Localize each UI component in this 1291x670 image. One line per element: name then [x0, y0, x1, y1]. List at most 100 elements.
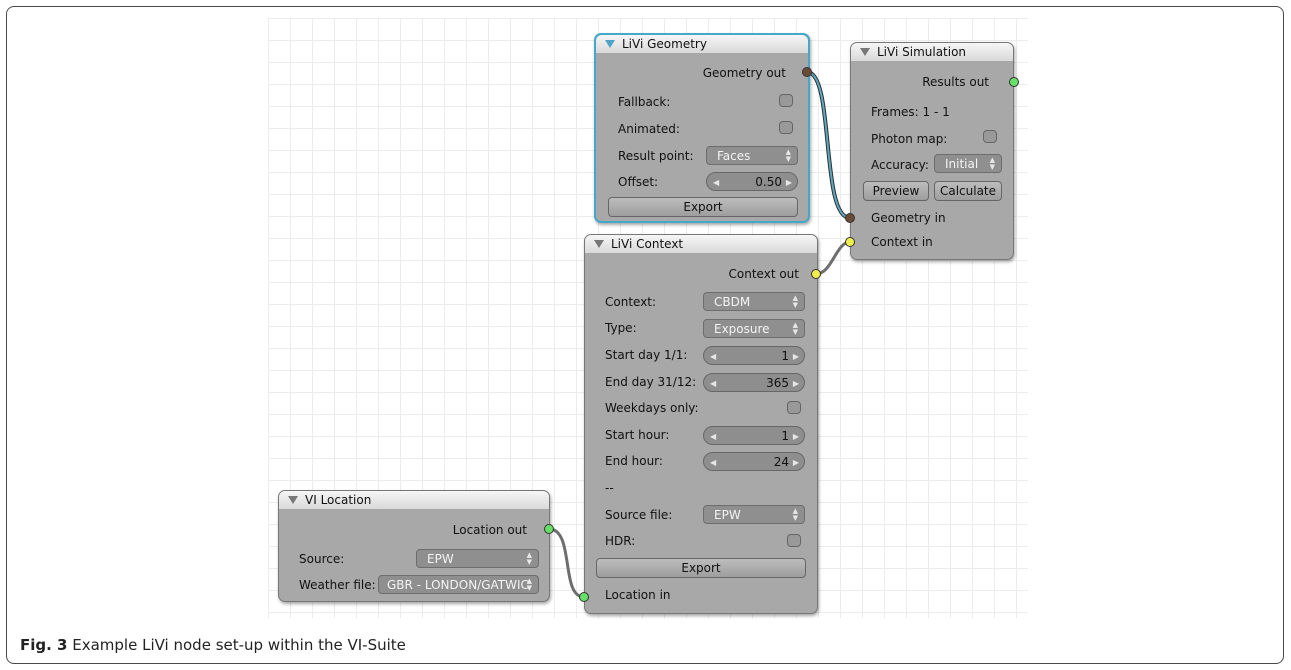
separator-text: --	[605, 481, 614, 495]
geometry-out-label: Geometry out	[702, 66, 786, 80]
figure-number: Fig. 3	[20, 636, 68, 654]
location-in-label: Location in	[605, 588, 671, 602]
start-day-field[interactable]: ◀ 1 ▶	[703, 346, 805, 365]
wire-location	[548, 527, 585, 599]
geometry-in-label: Geometry in	[871, 211, 946, 225]
source-file-dropdown[interactable]: EPW ▲ ▼	[703, 505, 805, 524]
wire-geometry-highlight	[806, 71, 851, 219]
wire-context	[815, 240, 851, 276]
start-day-label: Start day 1/1:	[605, 348, 688, 362]
start-hour-value: 1	[781, 429, 789, 443]
location-in-socket[interactable]	[579, 592, 589, 602]
fallback-checkbox[interactable]	[779, 94, 793, 107]
decrement-arrow-icon[interactable]: ◀	[710, 453, 716, 472]
node-title: LiVi Geometry	[622, 37, 707, 51]
accuracy-value: Initial	[945, 157, 979, 171]
end-hour-field[interactable]: ◀ 24 ▶	[703, 452, 805, 471]
start-day-value: 1	[781, 349, 789, 363]
end-day-value: 365	[766, 376, 789, 390]
weather-file-value: GBR - LONDON/GATWIC	[387, 578, 529, 592]
accuracy-label: Accuracy:	[871, 158, 929, 172]
node-title: LiVi Simulation	[877, 45, 967, 59]
context-out-socket[interactable]	[811, 269, 821, 279]
weekdays-only-checkbox[interactable]	[787, 401, 801, 414]
increment-arrow-icon[interactable]: ▶	[786, 173, 792, 192]
result-point-label: Result point:	[618, 149, 694, 163]
source-file-value: EPW	[714, 508, 741, 522]
export-button[interactable]: Export	[608, 197, 798, 217]
export-button[interactable]: Export	[596, 558, 806, 578]
source-file-label: Source file:	[605, 508, 673, 522]
livi-context-node[interactable]: LiVi Context Context out Context: CBDM ▲…	[584, 234, 818, 614]
node-title: VI Location	[305, 493, 372, 507]
type-dropdown[interactable]: Exposure ▲ ▼	[703, 319, 805, 338]
updown-arrows-icon: ▲ ▼	[989, 156, 995, 171]
animated-checkbox[interactable]	[779, 121, 793, 134]
increment-arrow-icon[interactable]: ▶	[793, 374, 799, 393]
end-hour-label: End hour:	[605, 454, 663, 468]
updown-arrows-icon: ▲ ▼	[785, 148, 791, 163]
location-out-label: Location out	[452, 523, 527, 537]
source-value: EPW	[427, 552, 454, 566]
hdr-label: HDR:	[605, 534, 636, 548]
weather-file-label: Weather file:	[299, 578, 376, 592]
geometry-in-socket[interactable]	[845, 213, 855, 223]
livi-geometry-node[interactable]: LiVi Geometry Geometry out Fallback: Ani…	[594, 33, 810, 223]
end-day-label: End day 31/12:	[605, 375, 697, 389]
accuracy-dropdown[interactable]: Initial ▲ ▼	[934, 154, 1002, 173]
updown-arrows-icon: ▲ ▼	[526, 577, 532, 592]
type-value: Exposure	[714, 322, 770, 336]
collapse-triangle-icon[interactable]	[860, 48, 870, 56]
collapse-triangle-icon[interactable]	[594, 240, 604, 248]
photon-map-checkbox[interactable]	[983, 130, 997, 143]
type-label: Type:	[605, 321, 637, 335]
result-point-dropdown[interactable]: Faces ▲ ▼	[706, 146, 798, 165]
vi-location-node[interactable]: VI Location Location out Source: EPW ▲ ▼ …	[278, 490, 550, 602]
caption-text: Example LiVi node set-up within the VI-S…	[67, 636, 406, 654]
node-header[interactable]: VI Location	[279, 491, 549, 509]
figure-caption: Fig. 3 Example LiVi node set-up within t…	[20, 636, 406, 654]
decrement-arrow-icon[interactable]: ◀	[710, 427, 716, 446]
node-header[interactable]: LiVi Context	[585, 235, 817, 253]
location-out-socket[interactable]	[544, 524, 554, 534]
decrement-arrow-icon[interactable]: ◀	[710, 374, 716, 393]
weather-file-dropdown[interactable]: GBR - LONDON/GATWIC ▲ ▼	[378, 575, 539, 594]
end-hour-value: 24	[773, 455, 789, 469]
geometry-out-socket[interactable]	[802, 67, 812, 77]
source-dropdown[interactable]: EPW ▲ ▼	[416, 549, 539, 568]
node-title: LiVi Context	[611, 237, 684, 251]
context-in-socket[interactable]	[845, 237, 855, 247]
frames-label: Frames: 1 - 1	[871, 105, 950, 119]
fallback-label: Fallback:	[618, 95, 671, 109]
offset-label: Offset:	[618, 175, 659, 189]
updown-arrows-icon: ▲ ▼	[792, 294, 798, 309]
context-dropdown[interactable]: CBDM ▲ ▼	[703, 292, 805, 311]
increment-arrow-icon[interactable]: ▶	[793, 453, 799, 472]
animated-label: Animated:	[618, 122, 680, 136]
decrement-arrow-icon[interactable]: ◀	[710, 347, 716, 366]
decrement-arrow-icon[interactable]: ◀	[713, 173, 719, 192]
updown-arrows-icon: ▲ ▼	[526, 551, 532, 566]
photon-map-label: Photon map:	[871, 132, 948, 146]
livi-simulation-node[interactable]: LiVi Simulation Results out Frames: 1 - …	[850, 42, 1014, 260]
end-day-field[interactable]: ◀ 365 ▶	[703, 373, 805, 392]
increment-arrow-icon[interactable]: ▶	[793, 347, 799, 366]
context-in-label: Context in	[871, 235, 933, 249]
node-header[interactable]: LiVi Simulation	[851, 43, 1013, 61]
node-header[interactable]: LiVi Geometry	[596, 35, 808, 53]
offset-number-field[interactable]: ◀ 0.50 ▶	[706, 172, 798, 191]
result-point-value: Faces	[717, 149, 751, 163]
hdr-checkbox[interactable]	[787, 534, 801, 547]
updown-arrows-icon: ▲ ▼	[792, 321, 798, 336]
results-out-label: Results out	[922, 75, 989, 89]
source-label: Source:	[299, 552, 345, 566]
calculate-button[interactable]: Calculate	[934, 181, 1002, 201]
context-out-label: Context out	[728, 267, 799, 281]
increment-arrow-icon[interactable]: ▶	[793, 427, 799, 446]
start-hour-field[interactable]: ◀ 1 ▶	[703, 426, 805, 445]
start-hour-label: Start hour:	[605, 428, 670, 442]
preview-button[interactable]: Preview	[863, 181, 929, 201]
collapse-triangle-icon[interactable]	[605, 40, 615, 48]
collapse-triangle-icon[interactable]	[288, 496, 298, 504]
results-out-socket[interactable]	[1009, 77, 1019, 87]
